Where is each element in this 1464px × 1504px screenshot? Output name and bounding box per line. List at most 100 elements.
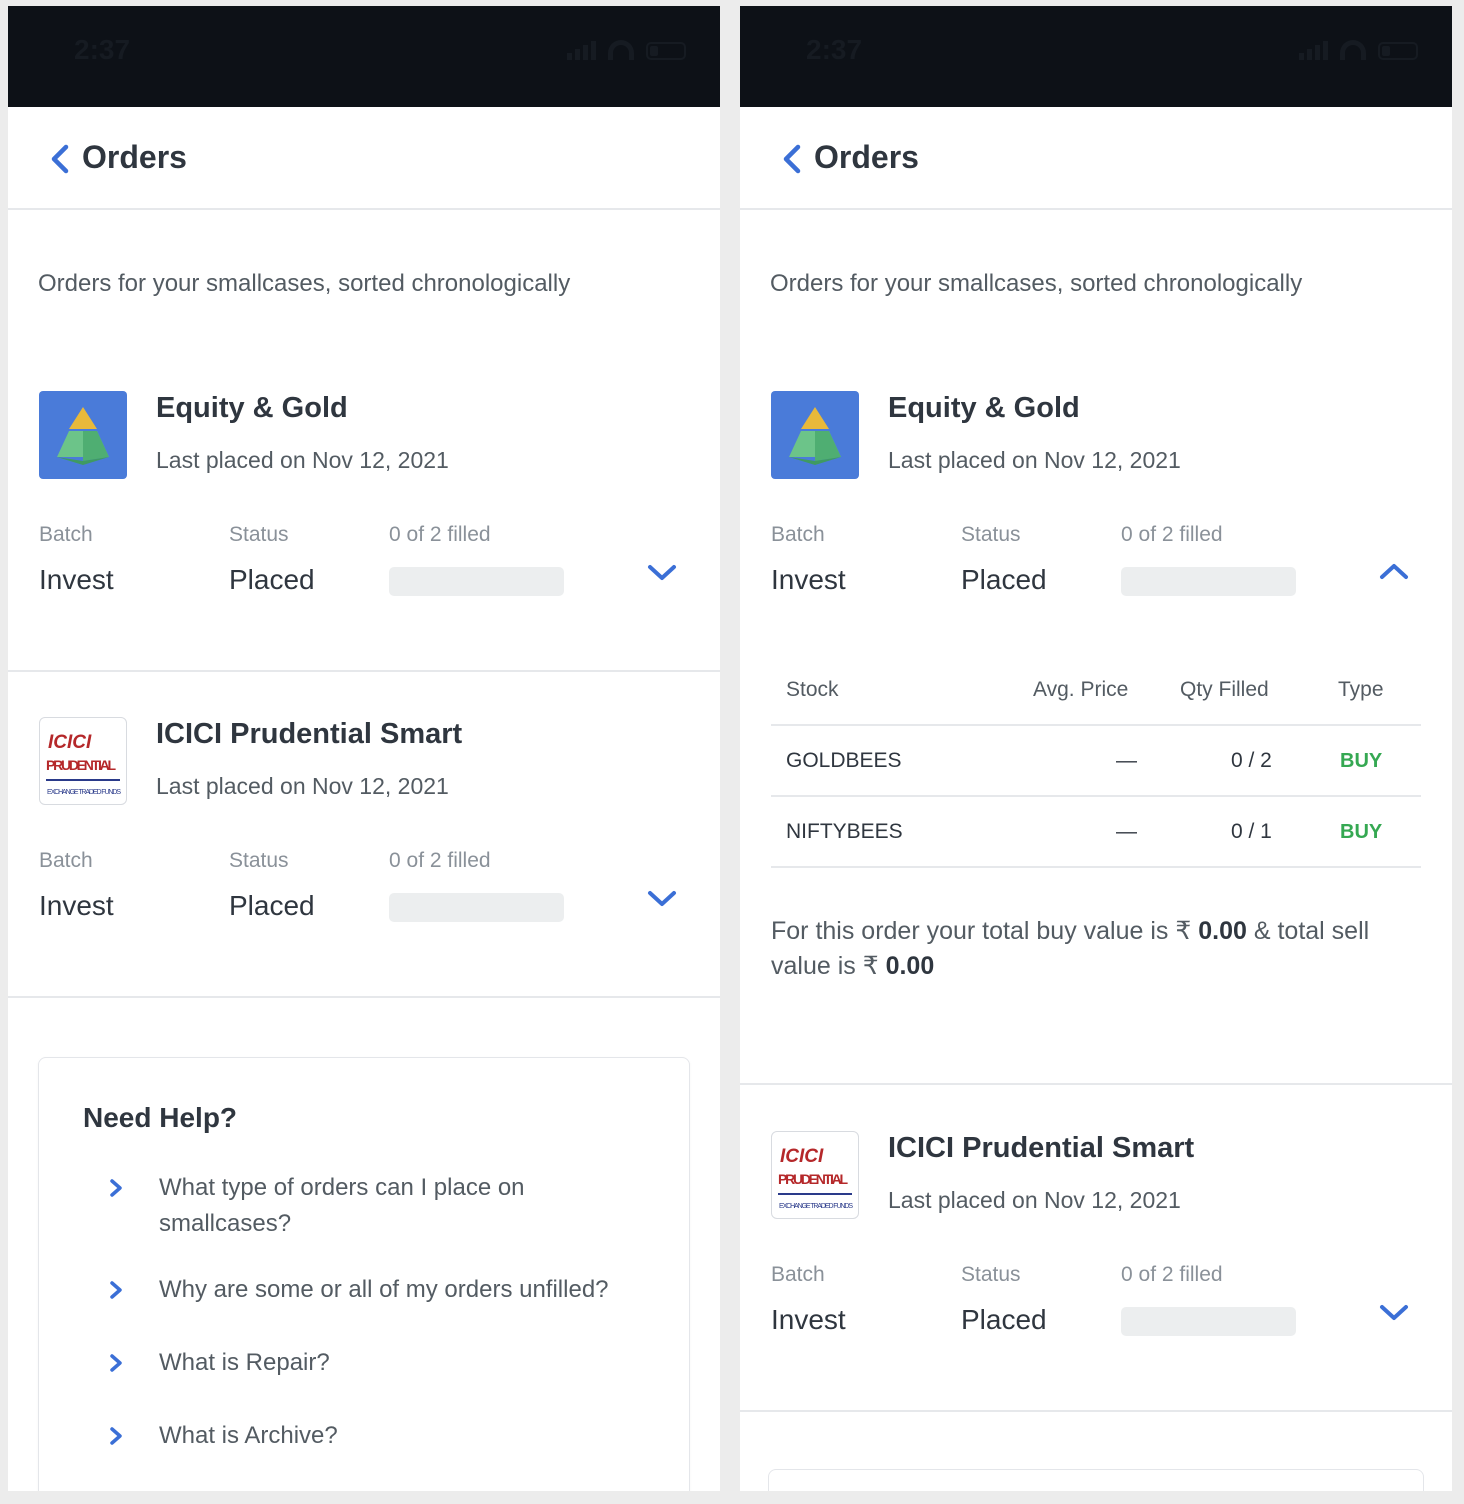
order-name: Equity & Gold [888, 392, 1080, 424]
status-value: Placed [229, 564, 315, 595]
status-value: Placed [961, 1304, 1047, 1335]
wifi-icon [1340, 40, 1366, 60]
fill-progress-bar [1121, 567, 1296, 596]
table-divider [771, 724, 1421, 726]
help-title: Need Help? [83, 1102, 238, 1133]
page-title: Orders [814, 139, 919, 175]
qty-filled: 0 / 2 [1231, 749, 1272, 772]
chevron-right-icon [110, 1281, 122, 1299]
phone-screen-collapsed: 2:37 Orders Orders for your smallcases, … [8, 6, 720, 1491]
batch-label: Batch [771, 523, 825, 546]
pyramid-icon [57, 407, 109, 465]
filled-label: 0 of 2 filled [389, 849, 491, 872]
need-help-card: Need Help? What type of orders can I pla… [38, 1057, 690, 1491]
batch-label: Batch [39, 849, 93, 872]
icici-logo: ICICI PRUDENTIAL EXCHANGE TRADED FUNDS [39, 717, 127, 805]
faq-item[interactable]: What is Archive? [109, 1418, 669, 1454]
chevron-down-icon[interactable] [647, 563, 677, 583]
equity-gold-logo [39, 391, 127, 479]
wifi-icon [608, 40, 634, 60]
filled-label: 0 of 2 filled [1121, 1263, 1223, 1286]
cellular-signal-icon [567, 41, 596, 60]
icici-logo: ICICI PRUDENTIAL EXCHANGE TRADED FUNDS [771, 1131, 859, 1219]
column-header-avg-price: Avg. Price [1033, 678, 1129, 701]
buy-value: 0.00 [1198, 917, 1247, 945]
icici-prudential-logo-icon: ICICI PRUDENTIAL EXCHANGE TRADED FUNDS [778, 1146, 853, 1210]
back-chevron-icon[interactable] [778, 143, 808, 175]
cellular-signal-icon [1299, 41, 1328, 60]
intro-text: Orders for your smallcases, sorted chron… [770, 270, 1303, 297]
fill-progress-bar [389, 893, 564, 922]
order-name: ICICI Prudential Smart [156, 718, 463, 750]
summary-prefix: For this order your total buy value is ₹ [771, 917, 1192, 945]
back-chevron-icon[interactable] [46, 143, 76, 175]
status-icons [1299, 40, 1418, 60]
svg-text:ICICI: ICICI [48, 732, 92, 753]
column-header-qty-filled: Qty Filled [1180, 678, 1269, 701]
status-time: 2:37 [806, 34, 863, 65]
order-date: Last placed on Nov 12, 2021 [156, 447, 449, 473]
faq-item[interactable]: What is Repair? [109, 1345, 669, 1381]
faq-text: What is Repair? [159, 1349, 330, 1376]
faq-text: What is Archive? [159, 1422, 338, 1449]
batch-value: Invest [39, 890, 114, 921]
divider [8, 996, 720, 998]
nav-header: Orders [8, 107, 720, 210]
svg-text:PRUDENTIAL: PRUDENTIAL [46, 757, 116, 773]
column-header-type: Type [1338, 678, 1384, 701]
table-divider [771, 795, 1421, 797]
faq-text: What type of orders can I place on small… [159, 1174, 525, 1237]
order-value-summary: For this order your total buy value is ₹… [771, 914, 1431, 984]
svg-text:PRUDENTIAL: PRUDENTIAL [778, 1171, 848, 1187]
faq-item[interactable]: What type of orders can I place on small… [109, 1170, 669, 1242]
equity-gold-logo [771, 391, 859, 479]
sell-value: 0.00 [885, 952, 935, 980]
status-value: Placed [961, 564, 1047, 595]
avg-price: — [1116, 749, 1137, 772]
phone-screen-expanded: 2:37 Orders Orders for your smallcases, … [740, 6, 1452, 1491]
batch-value: Invest [39, 564, 114, 595]
chevron-down-icon[interactable] [1379, 1303, 1409, 1323]
batch-value: Invest [771, 564, 846, 595]
status-label: Status [961, 523, 1021, 546]
need-help-card-partial [768, 1469, 1424, 1491]
battery-icon [646, 42, 686, 60]
status-bar: 2:37 [740, 6, 1452, 107]
nav-header: Orders [740, 107, 1452, 210]
chevron-right-icon [110, 1179, 122, 1197]
fill-progress-bar [1121, 1307, 1296, 1336]
page-title: Orders [82, 139, 187, 175]
status-value: Placed [229, 890, 315, 921]
chevron-down-icon[interactable] [647, 889, 677, 909]
icici-prudential-logo-icon: ICICI PRUDENTIAL EXCHANGE TRADED FUNDS [46, 732, 121, 796]
intro-text: Orders for your smallcases, sorted chron… [38, 270, 571, 297]
svg-text:EXCHANGE TRADED FUNDS: EXCHANGE TRADED FUNDS [779, 1203, 853, 1210]
status-icons [567, 40, 686, 60]
chevron-up-icon[interactable] [1379, 561, 1409, 581]
chevron-right-icon [110, 1354, 122, 1372]
table-divider [771, 866, 1421, 868]
order-name: Equity & Gold [156, 392, 348, 424]
divider [740, 1410, 1452, 1412]
stock-name: NIFTYBEES [786, 820, 903, 843]
pyramid-icon [789, 407, 841, 465]
order-type: BUY [1340, 750, 1383, 772]
status-label: Status [961, 1263, 1021, 1286]
qty-filled: 0 / 1 [1231, 820, 1272, 843]
stock-name: GOLDBEES [786, 749, 902, 772]
status-time: 2:37 [74, 34, 131, 65]
batch-label: Batch [39, 523, 93, 546]
divider [740, 1083, 1452, 1085]
svg-text:EXCHANGE TRADED FUNDS: EXCHANGE TRADED FUNDS [47, 789, 121, 796]
avg-price: — [1116, 820, 1137, 843]
faq-text: Why are some or all of my orders unfille… [159, 1276, 609, 1303]
column-header-stock: Stock [786, 678, 839, 701]
svg-text:ICICI: ICICI [780, 1146, 824, 1167]
order-name: ICICI Prudential Smart [888, 1132, 1195, 1164]
faq-item[interactable]: Why are some or all of my orders unfille… [109, 1272, 669, 1308]
battery-icon [1378, 42, 1418, 60]
order-date: Last placed on Nov 12, 2021 [156, 773, 449, 799]
order-date: Last placed on Nov 12, 2021 [888, 447, 1181, 473]
order-date: Last placed on Nov 12, 2021 [888, 1187, 1181, 1213]
chevron-right-icon [110, 1427, 122, 1445]
